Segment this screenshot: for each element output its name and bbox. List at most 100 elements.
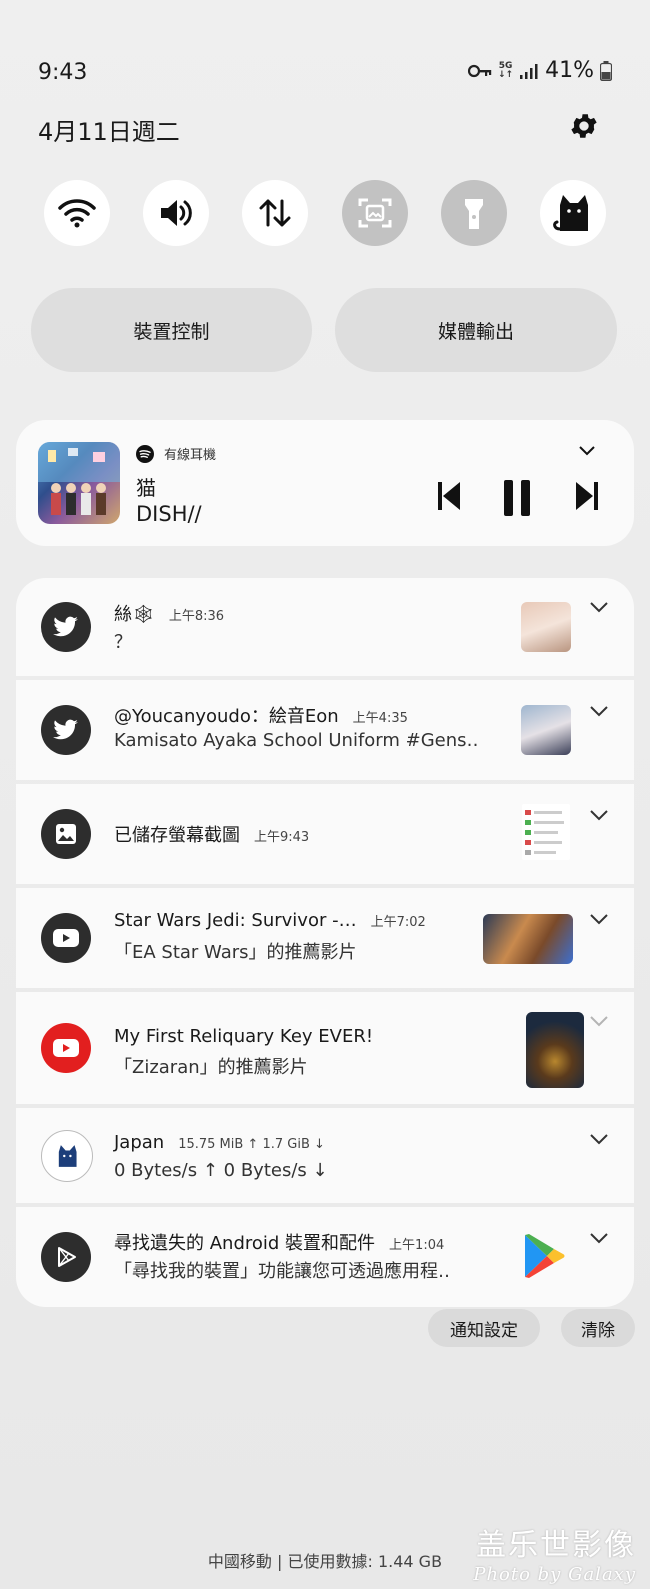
- notification-settings-button[interactable]: 通知設定: [428, 1309, 540, 1347]
- media-artist: DISH//: [136, 502, 202, 526]
- pause-icon[interactable]: [502, 480, 532, 516]
- twitter-bird-icon: [53, 719, 78, 740]
- twitter-bird-icon: [53, 616, 78, 637]
- youtube-app-icon: [41, 1023, 91, 1073]
- media-output-button[interactable]: 媒體輸出: [335, 288, 617, 372]
- album-art-image: [38, 442, 120, 515]
- notification-text: 「尋找我的裝置」功能讓您可透過應用程‥: [114, 1261, 451, 1282]
- notification-time: 上午4:35: [352, 711, 408, 726]
- notification-text: 0 Bytes/s ↑ 0 Bytes/s ↓: [114, 1160, 328, 1181]
- image-icon: [56, 824, 76, 844]
- find-device-app-icon: [41, 1232, 91, 1282]
- notification-header: Star Wars Jedi: Survivor -… 上午7:02: [114, 910, 426, 931]
- youtube-play-icon: [53, 929, 79, 947]
- twitter-app-icon: [41, 602, 91, 652]
- quick-settings-tiles: [44, 180, 606, 246]
- expand-chevron-icon[interactable]: [590, 602, 608, 614]
- wifi-icon: [58, 199, 96, 228]
- mobile-data-tile[interactable]: [242, 180, 309, 246]
- media-player-card: 有線耳機 猫 DISH//: [16, 420, 634, 546]
- watermark: 盖乐世影像 Photo by Galaxy: [473, 1520, 636, 1585]
- notification-title: 尋找遺失的 Android 裝置和配件: [114, 1233, 376, 1254]
- gallery-app-icon: [41, 809, 91, 859]
- notification-twitter-1[interactable]: 絲🕸 上午8:36 ？: [16, 578, 634, 676]
- album-art: [38, 442, 120, 524]
- watermark-subtitle: Photo by Galaxy: [473, 1564, 636, 1585]
- expand-chevron-icon[interactable]: [590, 914, 608, 926]
- media-source-label: 有線耳機: [164, 448, 217, 463]
- notification-screenshot[interactable]: 已儲存螢幕截圖 上午9:43: [16, 784, 634, 884]
- notification-thumbnail: [521, 705, 571, 755]
- settings-gear-icon[interactable]: [568, 110, 600, 142]
- screenshot-thumbnail: [522, 804, 570, 860]
- notification-title: @Youcanyoudo：絵音Eon: [114, 706, 339, 727]
- notification-time: 上午9:43: [254, 830, 310, 845]
- notification-title: Japan: [114, 1132, 165, 1153]
- screenshot-preview-image: [525, 810, 564, 855]
- clear-all-button[interactable]: 清除: [561, 1309, 635, 1347]
- screen-capture-tile[interactable]: [341, 180, 408, 246]
- battery-percentage: 41%: [545, 58, 594, 83]
- clock: 9:43: [38, 60, 88, 85]
- sound-tile[interactable]: [143, 180, 210, 246]
- vpn-key-icon: [468, 64, 492, 77]
- twitter-app-icon: [41, 705, 91, 755]
- youtube-play-icon: [53, 1039, 79, 1057]
- google-play-logo-icon: [525, 1234, 565, 1278]
- youtube-app-icon: [41, 913, 91, 963]
- wifi-tile[interactable]: [44, 180, 110, 246]
- network-5g-icon: 5G ↓↑: [498, 60, 514, 80]
- notification-header: Japan 15.75 MiB ↑ 1.7 GiB ↓: [114, 1132, 325, 1153]
- battery-icon: [600, 60, 612, 81]
- device-control-button[interactable]: 裝置控制: [31, 288, 312, 372]
- cat-vpn-icon: [58, 1145, 77, 1167]
- media-expand-chevron-icon[interactable]: [579, 446, 595, 456]
- notification-title: 已儲存螢幕截圖: [114, 825, 240, 846]
- cat-vpn-icon: [553, 195, 588, 231]
- expand-chevron-icon[interactable]: [590, 1233, 608, 1245]
- notification-find-device[interactable]: 尋找遺失的 Android 裝置和配件 上午1:04 「尋找我的裝置」功能讓您可…: [16, 1207, 634, 1307]
- flashlight-icon: [464, 199, 483, 229]
- notification-traffic-total: 15.75 MiB ↑ 1.7 GiB ↓: [178, 1137, 325, 1152]
- expand-chevron-icon[interactable]: [590, 1134, 608, 1146]
- notification-vpn[interactable]: Japan 15.75 MiB ↑ 1.7 GiB ↓ 0 Bytes/s ↑ …: [16, 1108, 634, 1203]
- volume-icon: [161, 200, 192, 226]
- spotify-icon: [136, 444, 154, 463]
- next-track-icon[interactable]: [574, 480, 600, 512]
- notification-header: 已儲存螢幕截圖 上午9:43: [114, 821, 309, 847]
- notification-time: 上午1:04: [389, 1238, 445, 1253]
- notification-youtube-1[interactable]: Star Wars Jedi: Survivor -… 上午7:02 「EA S…: [16, 888, 634, 988]
- expand-chevron-icon[interactable]: [590, 706, 608, 718]
- screen-capture-icon: [358, 198, 392, 228]
- media-title: 猫: [136, 476, 156, 500]
- notification-header: 尋找遺失的 Android 裝置和配件 上午1:04: [114, 1229, 444, 1255]
- vpn-app-icon: [41, 1130, 93, 1182]
- signal-icon: [520, 63, 538, 79]
- notification-title: Star Wars Jedi: Survivor -…: [114, 910, 357, 931]
- expand-chevron-icon[interactable]: [590, 810, 608, 822]
- notification-text: 「EA Star Wars」的推薦影片: [114, 942, 357, 963]
- notification-header: @Youcanyoudo：絵音Eon 上午4:35: [114, 702, 408, 728]
- notification-youtube-2[interactable]: My First Reliquary Key EVER! 「Zizaran」的推…: [16, 992, 634, 1104]
- data-transfer-icon: [259, 199, 291, 227]
- notification-time: 上午8:36: [168, 609, 225, 624]
- notification-text: ？: [114, 632, 132, 653]
- previous-track-icon[interactable]: [436, 480, 462, 512]
- notification-twitter-2[interactable]: @Youcanyoudo：絵音Eon 上午4:35 Kamisato Ayaka…: [16, 680, 634, 780]
- status-icons: 5G ↓↑ 41%: [468, 58, 612, 83]
- notification-header: 絲🕸 上午8:36: [114, 600, 224, 626]
- notification-thumbnail: [483, 914, 573, 964]
- notification-thumbnail: [526, 1012, 584, 1088]
- notification-header: My First Reliquary Key EVER!: [114, 1026, 373, 1047]
- media-source: 有線耳機: [136, 444, 216, 463]
- flashlight-tile[interactable]: [440, 180, 507, 246]
- expand-chevron-icon[interactable]: [590, 1016, 608, 1028]
- notification-text: Kamisato Ayaka School Uniform #Gens‥: [114, 730, 479, 751]
- notification-thumbnail: [521, 602, 571, 652]
- play-outline-icon: [58, 1247, 76, 1267]
- notification-title: 絲🕸: [114, 604, 155, 625]
- vpn-cat-tile[interactable]: [539, 180, 606, 246]
- notification-time: 上午7:02: [370, 915, 426, 930]
- watermark-title: 盖乐世影像: [476, 1528, 636, 1563]
- notification-title: My First Reliquary Key EVER!: [114, 1026, 374, 1047]
